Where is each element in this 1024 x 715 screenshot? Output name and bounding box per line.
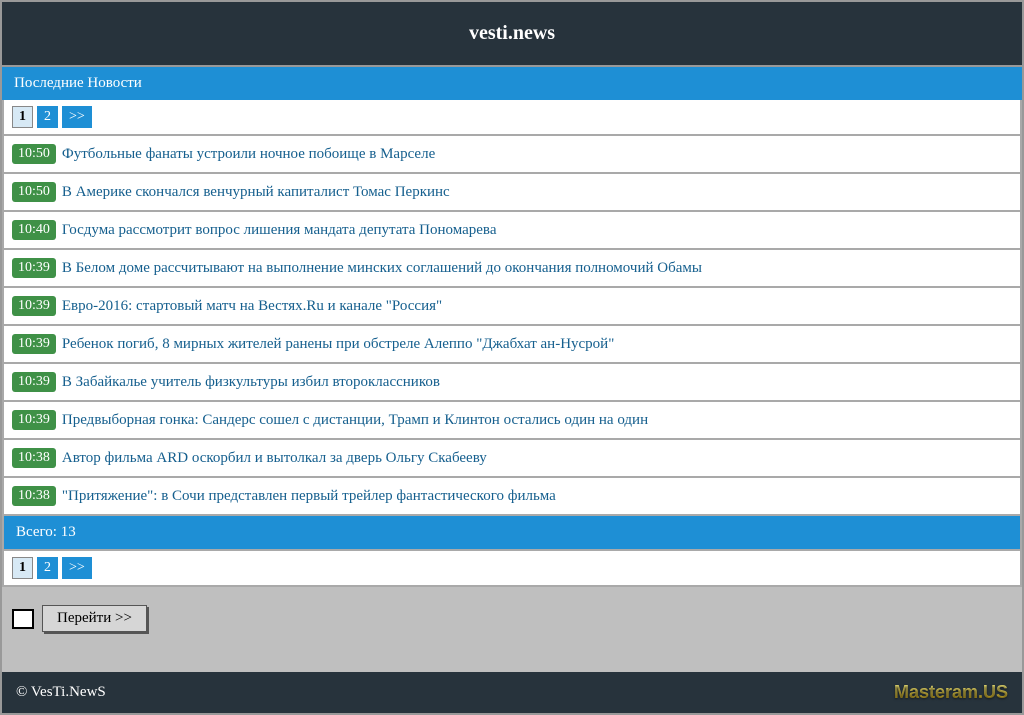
news-item: 10:38 "Притяжение": в Сочи представлен пе… bbox=[2, 478, 1022, 516]
news-time-badge: 10:39 bbox=[12, 258, 56, 278]
site-footer: © VesTi.NewS Masteram.US bbox=[2, 672, 1022, 713]
goto-page-row: Перейти >> bbox=[2, 587, 1022, 656]
news-item: 10:39 Предвыборная гонка: Сандерс сошел с… bbox=[2, 402, 1022, 440]
news-item: 10:39 Ребенок погиб, 8 мирных жителей ран… bbox=[2, 326, 1022, 364]
goto-page-button[interactable]: Перейти >> bbox=[42, 605, 147, 632]
news-item: 10:39 В Забайкалье учитель физкультуры из… bbox=[2, 364, 1022, 402]
news-item: 10:40 Госдума рассмотрит вопрос лишения м… bbox=[2, 212, 1022, 250]
pager-page-1: 1 bbox=[12, 106, 33, 128]
news-link[interactable]: Ребенок погиб, 8 мирных жителей ранены п… bbox=[62, 336, 614, 353]
news-time-badge: 10:39 bbox=[12, 372, 56, 392]
news-link[interactable]: В Америке скончался венчурный капиталист… bbox=[62, 184, 450, 201]
news-item: 10:39 В Белом доме рассчитывают на выполн… bbox=[2, 250, 1022, 288]
pager-next[interactable]: >> bbox=[62, 557, 92, 579]
news-item: 10:50 Футбольные фанаты устроили ночное п… bbox=[2, 136, 1022, 174]
news-link[interactable]: "Притяжение": в Сочи представлен первый … bbox=[62, 488, 556, 505]
news-time-badge: 10:39 bbox=[12, 410, 56, 430]
news-link[interactable]: В Белом доме рассчитывают на выполнение … bbox=[62, 260, 702, 277]
pager-bottom: 12>> bbox=[2, 551, 1022, 587]
news-time-badge: 10:40 bbox=[12, 220, 56, 240]
news-item: 10:39 Евро-2016: стартовый матч на Вестях… bbox=[2, 288, 1022, 326]
pager-next[interactable]: >> bbox=[62, 106, 92, 128]
pager-page-2[interactable]: 2 bbox=[37, 557, 58, 579]
news-list: 10:50 Футбольные фанаты устроили ночное п… bbox=[2, 136, 1022, 516]
news-link[interactable]: Футбольные фанаты устроили ночное побоищ… bbox=[62, 146, 435, 163]
news-time-badge: 10:38 bbox=[12, 448, 56, 468]
footer-copyright: © VesTi.NewS bbox=[16, 684, 106, 701]
news-item: 10:50 В Америке скончался венчурный капит… bbox=[2, 174, 1022, 212]
news-link[interactable]: В Забайкалье учитель физкультуры избил в… bbox=[62, 374, 440, 391]
goto-page-input[interactable] bbox=[12, 609, 34, 629]
news-time-badge: 10:39 bbox=[12, 296, 56, 316]
news-link[interactable]: Автор фильма ARD оскорбил и вытолкал за … bbox=[62, 450, 487, 467]
site-header: vesti.news bbox=[2, 2, 1022, 65]
news-time-badge: 10:50 bbox=[12, 144, 56, 164]
pager-top: 12>> bbox=[2, 100, 1022, 136]
section-title: Последние Новости bbox=[2, 65, 1022, 100]
news-time-badge: 10:50 bbox=[12, 182, 56, 202]
news-time-badge: 10:39 bbox=[12, 334, 56, 354]
site-title: vesti.news bbox=[469, 22, 555, 44]
pager-page-2[interactable]: 2 bbox=[37, 106, 58, 128]
pager-page-1: 1 bbox=[12, 557, 33, 579]
total-count: Всего: 13 bbox=[2, 516, 1022, 551]
news-link[interactable]: Госдума рассмотрит вопрос лишения мандат… bbox=[62, 222, 497, 239]
news-link[interactable]: Предвыборная гонка: Сандерс сошел с дист… bbox=[62, 412, 648, 429]
news-link[interactable]: Евро-2016: стартовый матч на Вестях.Ru и… bbox=[62, 298, 442, 315]
news-item: 10:38 Автор фильма ARD оскорбил и вытолка… bbox=[2, 440, 1022, 478]
footer-logo[interactable]: Masteram.US bbox=[894, 682, 1008, 703]
news-time-badge: 10:38 bbox=[12, 486, 56, 506]
